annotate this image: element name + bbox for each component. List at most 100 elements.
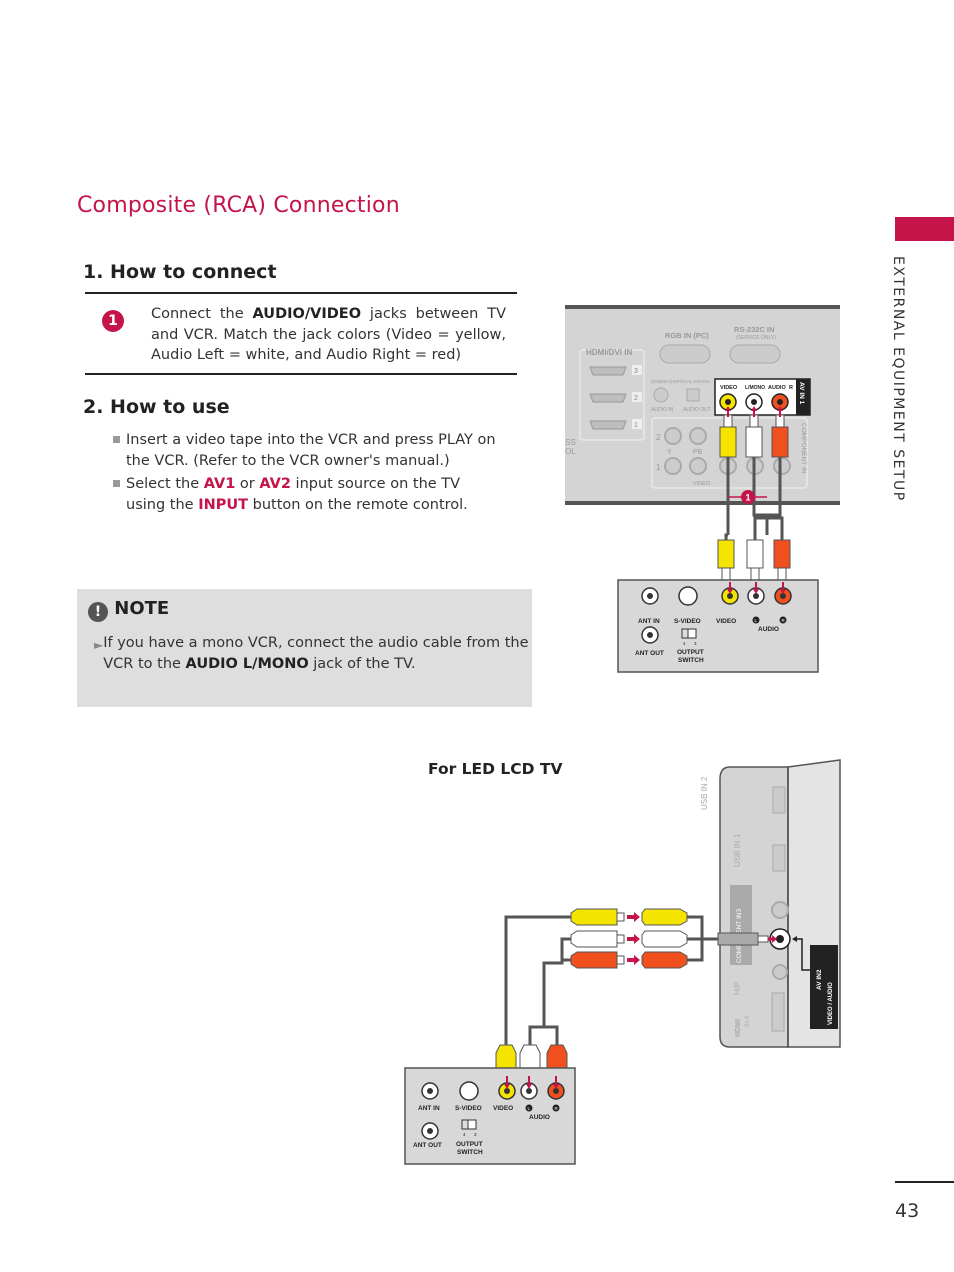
bullet-1-text: Insert a video tape into the VCR and pre… (126, 432, 496, 469)
component-row-label: 2 (656, 433, 661, 442)
vcr-video-label: VIDEO (716, 618, 736, 625)
vcr-output-label: OUTPUT (677, 649, 704, 656)
vcr-audio-label: AUDIO (529, 1114, 550, 1121)
hdmi4-port (771, 992, 785, 1032)
rgb-in-label: RGB IN (PC) (665, 331, 709, 340)
hdmi-port-number: 1 (634, 422, 638, 429)
r-jack-label: R (789, 385, 793, 391)
note-text: ► If you have a mono VCR, connect the au… (94, 633, 529, 674)
usb2-port (772, 786, 786, 814)
hdmi-port-number: 2 (634, 395, 638, 402)
divider (85, 292, 517, 294)
note-text-bold: AUDIO L/MONO (185, 655, 309, 672)
exclamation-icon: ! (88, 602, 108, 622)
note-heading: NOTE (114, 598, 170, 619)
hdmi-port-3 (589, 366, 627, 376)
av-in-1-label: AV IN 1 (798, 382, 805, 405)
hdmi-in4-label: IN 4 (745, 1015, 751, 1027)
divider (85, 373, 517, 375)
av2-label: AV2 (259, 476, 291, 492)
connect-instructions: Connect the AUDIO/VIDEO jacks between TV… (151, 304, 506, 366)
how-to-use-bullet-2: Select the AV1 or AV2 input source on th… (113, 474, 503, 515)
tv-panel-edge (565, 305, 840, 309)
vcr-video-label: VIDEO (493, 1105, 513, 1112)
av1-label: AV1 (203, 476, 236, 492)
connect-arrow-icons (627, 912, 640, 965)
av-cable-plug (717, 932, 759, 946)
optical-label: OPTICAL DIGITAL (673, 379, 711, 384)
audio-in-label: AUDIO IN (651, 407, 674, 413)
vcr-ant-out-label: ANT OUT (413, 1142, 442, 1149)
audio-jack-label: AUDIO (768, 385, 786, 391)
how-to-use-heading: 2. How to use (83, 396, 230, 418)
rgb-port (659, 344, 711, 364)
note-text-b: jack of the TV. (308, 655, 416, 672)
page-number: 43 (895, 1200, 920, 1222)
av-in2-label: AV IN2 (816, 969, 823, 990)
rs232-sublabel: (SERVICE ONLY) (736, 335, 776, 341)
component-y-label: Y (667, 449, 672, 456)
section-tab-marker (895, 217, 954, 241)
component-jack (771, 901, 789, 919)
rs232-label: RS-232C IN (734, 325, 774, 334)
vcr-switch-label: SWITCH (457, 1149, 483, 1156)
how-to-connect-heading: 1. How to connect (83, 261, 277, 283)
connect-text-bold: AUDIO/VIDEO (252, 306, 362, 322)
vcr-audio-label: AUDIO (758, 626, 779, 633)
component-in-label: COMPONENT IN (800, 423, 807, 474)
bullet-2-text-a: Select the (126, 476, 204, 492)
usb2-label: USB IN 2 (700, 776, 709, 810)
rs232-port (729, 344, 781, 364)
mono-jack-label: L/MONO (745, 385, 765, 391)
diagram-led-lcd-side-panel: USB IN 2 USB IN 1 COMPONENT IN3 H/P HDMI… (404, 759, 841, 1165)
hdmi-label: HDMI (735, 1019, 742, 1037)
input-label: INPUT (198, 496, 249, 513)
audio-out-label: AUDIO OUT (683, 407, 711, 413)
vcr-ant-in-label: ANT IN (638, 618, 660, 625)
clipped-label: SS (565, 438, 576, 447)
vcr-panel: ANT IN S-VIDEO VIDEO L R AUDIO ANT OUT 4… (617, 579, 819, 673)
video-jack-label: VIDEO (720, 385, 738, 391)
usb1-port (772, 844, 786, 872)
page-number-divider (895, 1181, 954, 1183)
vcr-switch-label: SWITCH (678, 657, 704, 664)
tv-panel-edge (565, 501, 840, 505)
rca-plugs-bottom (717, 539, 791, 581)
step-number-badge: 1 (102, 310, 124, 332)
hp-label: H/P (733, 982, 742, 995)
how-to-use-bullet-1: Insert a video tape into the VCR and pre… (113, 430, 503, 471)
arrow-bullet-icon: ► (94, 638, 104, 652)
hdmi-port-2 (589, 393, 627, 403)
rca-plugs-top (719, 414, 789, 458)
hdmi-port-number: 3 (634, 368, 638, 375)
vcr-ant-out-label: ANT OUT (635, 650, 664, 657)
component-video-label: VIDEO (693, 481, 711, 487)
bullet-icon (113, 480, 120, 487)
section-side-label: EXTERNAL EQUIPMENT SETUP (890, 256, 906, 502)
vcr-ant-in-label: ANT IN (418, 1105, 440, 1112)
diagram-tv-back-panel: HDMI/DVI IN 3 2 1 SS OL RGB IN (PC) RS-2… (565, 305, 840, 673)
hdmi-label: HDMI/DVI IN (586, 348, 632, 357)
vcr-output-label: OUTPUT (456, 1141, 483, 1148)
optical-out-port (686, 388, 700, 402)
clipped-label: OL (565, 447, 576, 456)
callout-number: 1 (746, 493, 751, 503)
audio-in-top-label: (RGB/DVI) (651, 379, 673, 384)
usb1-label: USB IN 1 (733, 833, 742, 867)
bullet-2-text-b: or (235, 476, 260, 492)
bullet-2-text-d: button on the remote control. (248, 496, 468, 513)
vcr-s-video-label: S-VIDEO (455, 1105, 482, 1112)
connect-text-prefix: Connect the (151, 306, 253, 322)
page-title: Composite (RCA) Connection (77, 193, 400, 218)
vcr-s-video-label: S-VIDEO (674, 618, 701, 625)
headphone-jack (772, 964, 788, 980)
hdmi-port-1 (589, 420, 627, 430)
vcr-panel-2: ANT IN S-VIDEO VIDEO L R AUDIO ANT OUT 4… (404, 1067, 576, 1165)
note-box: ! NOTE ► If you have a mono VCR, connect… (77, 589, 532, 707)
audio-in-jack (653, 387, 669, 403)
video-audio-label: VIDEO / AUDIO (828, 982, 834, 1025)
bullet-icon (113, 436, 120, 443)
component-row-label: 1 (656, 463, 661, 472)
note-header: ! NOTE (88, 598, 169, 622)
component-pb-label: PB (693, 449, 703, 456)
